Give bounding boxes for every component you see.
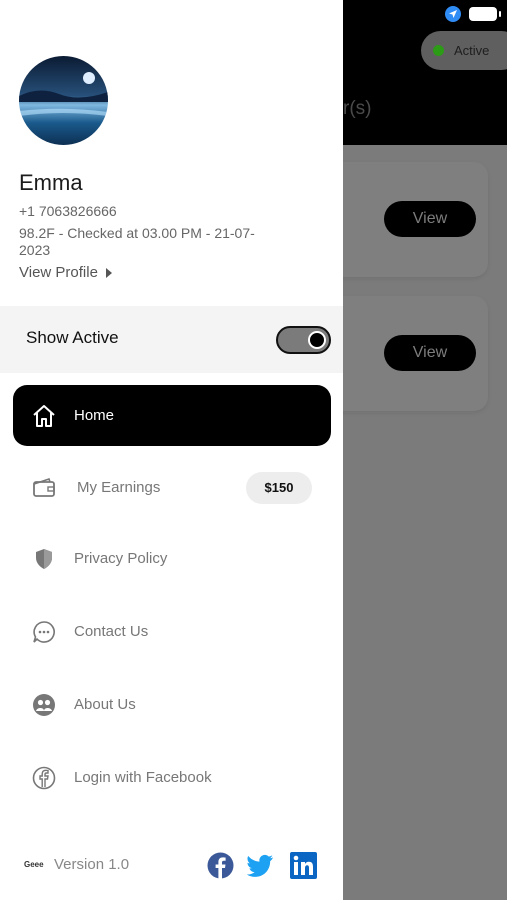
view-button[interactable]: View [384, 335, 476, 371]
twitter-icon[interactable] [247, 852, 274, 879]
user-temperature-status: 98.2F - Checked at 03.00 PM - 21-07-2023 [19, 225, 255, 258]
shield-icon [31, 546, 57, 572]
view-profile-label: View Profile [19, 264, 98, 281]
version-label: Version 1.0 [54, 856, 130, 873]
side-drawer: Emma +1 7063826666 98.2F - Checked at 03… [0, 0, 343, 900]
show-active-label: Show Active [26, 328, 119, 347]
menu-item-privacy-policy[interactable]: Privacy Policy [13, 528, 331, 589]
view-profile-link[interactable]: View Profile [19, 264, 112, 281]
active-dot-icon [433, 45, 444, 56]
chat-icon [31, 619, 57, 645]
drawer-footer: Geee Version 1.0 [0, 840, 343, 890]
show-active-row: Show Active [0, 306, 343, 373]
background-card: View [320, 162, 488, 277]
linkedin-icon[interactable] [290, 852, 317, 879]
menu-label: About Us [74, 696, 136, 713]
toggle-knob [308, 331, 326, 349]
menu-item-home[interactable]: Home [13, 385, 331, 446]
menu-item-login-facebook[interactable]: Login with Facebook [13, 747, 331, 808]
menu-label: Privacy Policy [74, 550, 168, 567]
facebook-icon [31, 765, 57, 791]
menu-label: Contact Us [74, 623, 149, 640]
home-icon [31, 403, 57, 429]
battery-icon [469, 7, 501, 21]
menu-item-contact-us[interactable]: Contact Us [13, 601, 331, 662]
avatar[interactable] [19, 56, 108, 145]
caret-right-icon [105, 267, 112, 278]
user-name: Emma [19, 170, 83, 195]
menu-item-my-earnings[interactable]: My Earnings $150 [13, 457, 331, 518]
show-active-toggle[interactable] [276, 326, 331, 354]
facebook-icon[interactable] [207, 852, 234, 879]
app-logo: Geee [24, 860, 44, 869]
view-button[interactable]: View [384, 201, 476, 237]
background-card: View [320, 296, 488, 411]
menu-label: Login with Facebook [74, 769, 212, 786]
active-status-pill[interactable]: Active [421, 31, 507, 70]
location-arrow-icon [445, 6, 461, 22]
active-status-label: Active [454, 43, 490, 58]
menu-label: My Earnings [77, 479, 161, 496]
wallet-icon [31, 475, 57, 501]
menu-label: Home [74, 407, 115, 424]
status-bar [445, 6, 501, 22]
menu-item-about-us[interactable]: About Us [13, 674, 331, 735]
user-phone: +1 7063826666 [19, 203, 117, 219]
earnings-badge: $150 [246, 471, 312, 504]
header-partial-title: r(s) [343, 98, 372, 119]
users-icon [31, 692, 57, 718]
